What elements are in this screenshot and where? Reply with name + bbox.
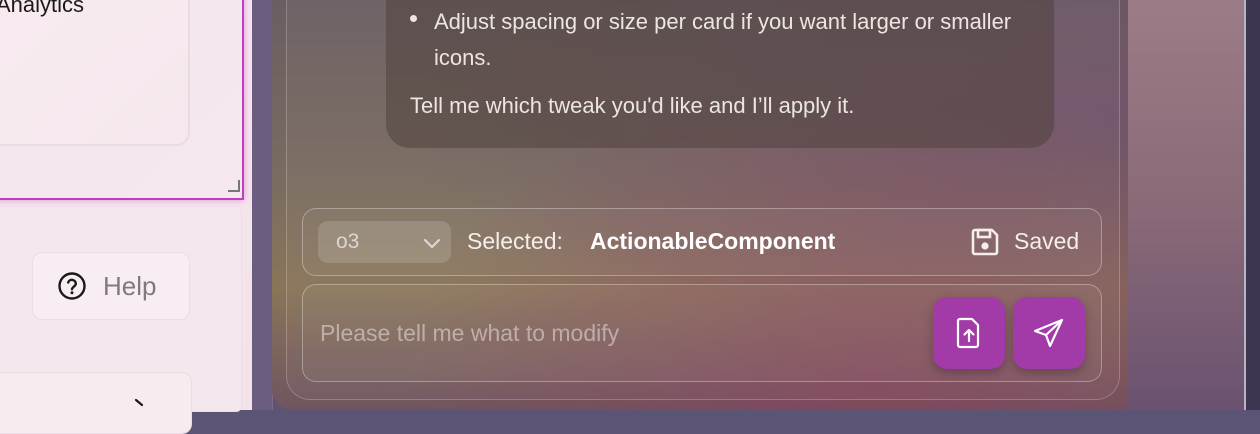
prompt-input[interactable] [318,312,922,354]
send-paper-plane-icon [1033,318,1064,348]
bullet-dot [410,15,417,22]
chevron-down-icon [423,238,441,249]
model-select-value: o3 [336,230,360,253]
save-status-label: Saved [1014,228,1080,254]
help-label: Help [103,270,157,301]
right-edge-border [1244,0,1260,410]
file-upload-icon [956,317,980,349]
message-closing-text: Tell me which tweak you'd like and I’ll … [410,93,855,118]
floppy-disk-icon [971,228,999,256]
panel-divider[interactable] [252,0,272,410]
help-button[interactable]: Help [32,252,190,320]
upload-file-button[interactable] [933,297,1005,369]
model-select[interactable]: o3 [318,221,451,263]
selected-label: Selected: [467,228,563,254]
help-circle-icon [58,272,86,300]
right-edge-panel [1128,0,1260,410]
component-card-next[interactable] [0,372,192,434]
message-bullet-item: Adjust spacing or size per card if you w… [434,9,1012,70]
component-card-title: Analytics [0,0,85,17]
send-button[interactable] [1013,297,1085,369]
selected-component-name: ActionableComponent [590,228,836,254]
resize-handle[interactable] [228,180,240,192]
component-card-inner [0,0,190,146]
